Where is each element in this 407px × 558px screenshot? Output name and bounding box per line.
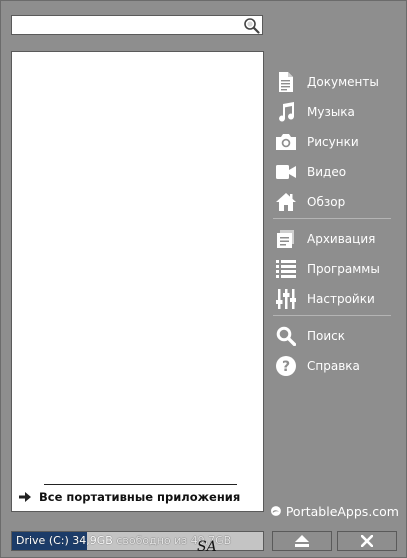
help-icon: ? bbox=[275, 355, 297, 377]
eject-icon bbox=[295, 535, 309, 547]
search-input[interactable] bbox=[12, 18, 245, 36]
camera-icon bbox=[275, 131, 297, 153]
menu-label: Поиск bbox=[307, 329, 346, 343]
portableapps-logo-icon bbox=[271, 506, 281, 516]
menu-label: Справка bbox=[307, 359, 360, 373]
eject-button[interactable] bbox=[272, 531, 332, 551]
drive-usage-bar: Drive (C:) 34,9GB свободно из 49,7GB bbox=[11, 531, 264, 551]
all-portable-apps-link[interactable]: Все портативные приложения bbox=[19, 488, 240, 506]
home-icon bbox=[275, 191, 297, 213]
magnifier-icon bbox=[275, 325, 297, 347]
backup-icon bbox=[275, 228, 297, 250]
app-list-panel[interactable]: Все портативные приложения bbox=[11, 51, 264, 512]
signature: SA bbox=[197, 539, 217, 555]
logo-text: PortableApps.com bbox=[285, 503, 399, 519]
all-apps-label: Все портативные приложения bbox=[39, 490, 241, 504]
divider bbox=[44, 484, 237, 485]
menu-explore[interactable]: Обзор bbox=[271, 187, 393, 217]
menu-settings[interactable]: Настройки bbox=[271, 284, 393, 314]
menu-divider bbox=[273, 218, 391, 219]
music-note-icon bbox=[275, 101, 297, 123]
menu-label: Архивация bbox=[307, 232, 376, 246]
right-arrow-icon bbox=[19, 492, 31, 502]
menu-divider bbox=[273, 315, 391, 316]
list-icon bbox=[275, 258, 297, 280]
search-icon[interactable] bbox=[243, 17, 260, 34]
menu-videos[interactable]: Видео bbox=[271, 157, 393, 187]
drive-label: Drive (C:) 34,9GB bbox=[16, 534, 113, 547]
search-box bbox=[11, 15, 263, 36]
menu-label: Обзор bbox=[307, 195, 346, 209]
video-camera-icon bbox=[275, 161, 297, 183]
menu-label: Настройки bbox=[307, 292, 375, 306]
portableapps-window: Все портативные приложения Документы Муз… bbox=[0, 0, 407, 558]
side-menu: Документы Музыка Рисунки Видео Обзор Арх… bbox=[271, 67, 393, 381]
document-icon bbox=[275, 71, 297, 93]
menu-label: Музыка bbox=[307, 105, 355, 119]
svg-text:?: ? bbox=[282, 359, 290, 375]
menu-pictures[interactable]: Рисунки bbox=[271, 127, 393, 157]
menu-label: Программы bbox=[307, 262, 380, 276]
menu-label: Рисунки bbox=[307, 135, 359, 149]
menu-apps[interactable]: Программы bbox=[271, 254, 393, 284]
menu-music[interactable]: Музыка bbox=[271, 97, 393, 127]
portableapps-logo[interactable]: PortableApps.com bbox=[271, 501, 399, 521]
menu-search[interactable]: Поиск bbox=[271, 321, 393, 351]
close-button[interactable] bbox=[337, 531, 397, 551]
menu-help[interactable]: ? Справка bbox=[271, 351, 393, 381]
menu-label: Видео bbox=[307, 165, 347, 179]
close-icon bbox=[361, 535, 373, 547]
menu-documents[interactable]: Документы bbox=[271, 67, 393, 97]
menu-label: Документы bbox=[307, 75, 379, 89]
sliders-icon bbox=[275, 288, 297, 310]
menu-backup[interactable]: Архивация bbox=[271, 224, 393, 254]
